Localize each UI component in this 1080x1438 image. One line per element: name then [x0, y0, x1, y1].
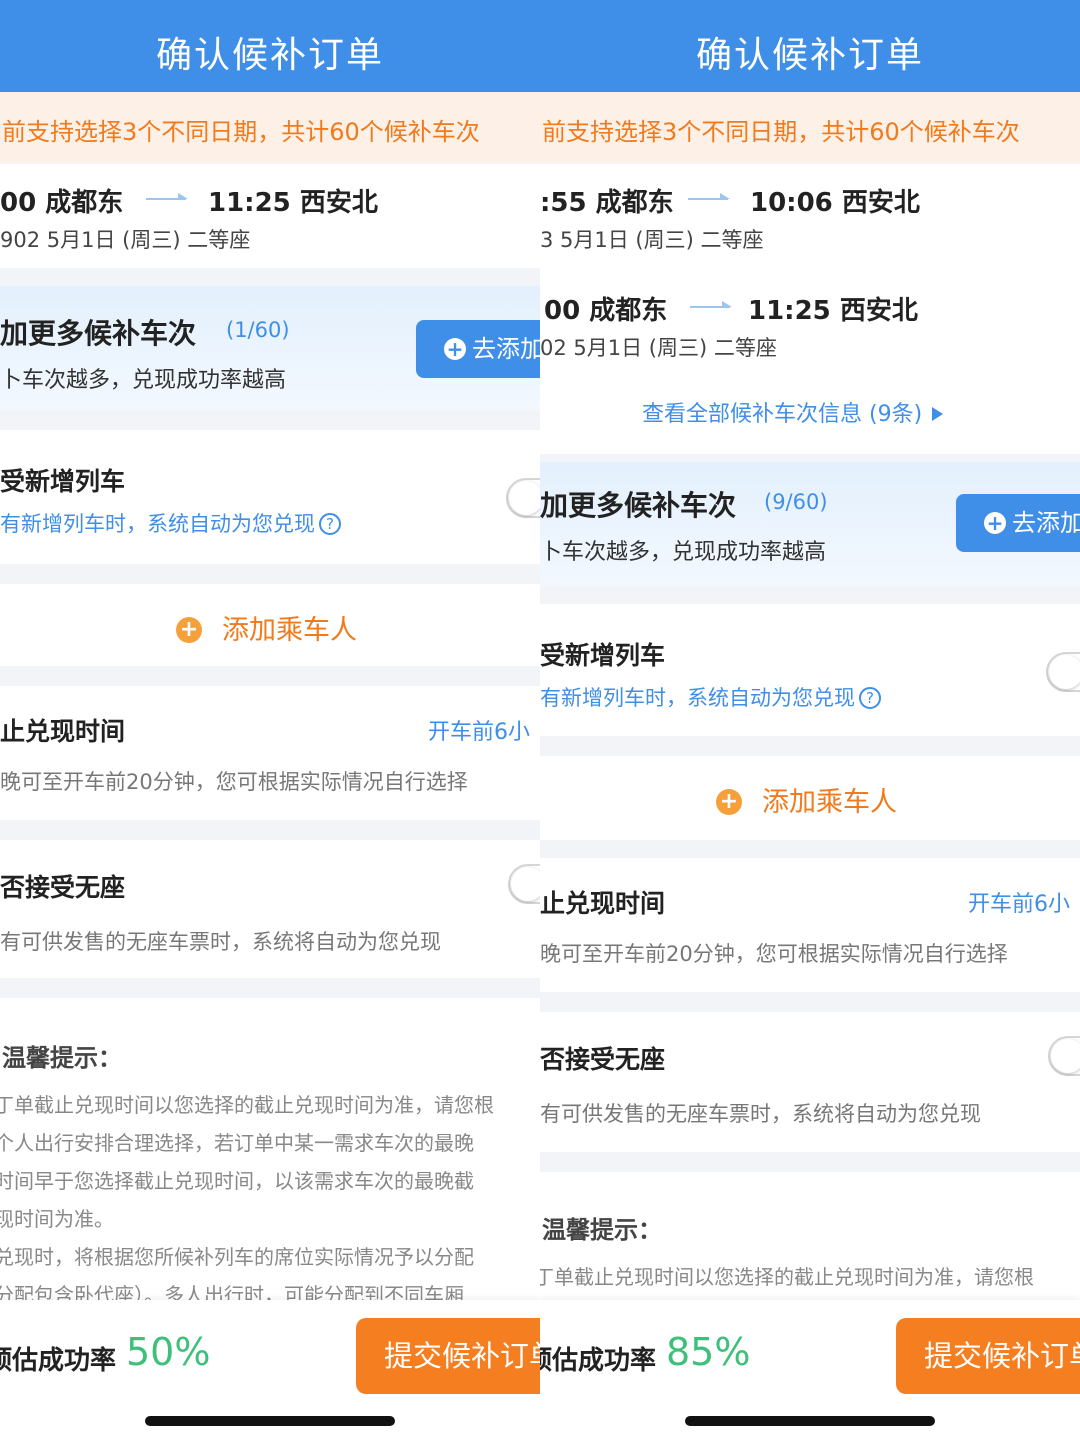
new-trains-toggle[interactable]	[1046, 652, 1080, 692]
no-seat-subtitle: 有可供发售的无座车票时，系统将自动为您兑现	[0, 930, 441, 954]
deadline-value[interactable]: 开车前6小	[428, 714, 530, 746]
plus-icon: +	[444, 337, 466, 360]
new-trains-title: 受新增列车	[540, 641, 666, 670]
arrow-right-icon	[688, 193, 730, 200]
no-seat-toggle[interactable]	[1048, 1036, 1080, 1076]
success-rate-label: 预估成功率	[540, 1346, 657, 1376]
view-all-trains-link[interactable]: 查看全部候补车次信息 (9条)	[642, 396, 944, 428]
add-more-title: 加更多候补车次	[0, 317, 197, 350]
tips-text: 丁单截止兑现时间以您选择的截止兑现时间为准，请您根 个人出行安排合理选择，若订单…	[0, 1086, 494, 1314]
no-seat-title: 否接受无座	[0, 873, 126, 902]
submit-order-button[interactable]: 提交候补订单	[896, 1318, 1080, 1394]
add-more-count: (1/60)	[226, 318, 290, 342]
screenshot-left: 确认候补订单 当前支持选择3个不同日期，共计60个候补车次 00 成都东 11:…	[0, 0, 540, 1438]
plus-circle-icon: +	[716, 788, 742, 815]
tips-title: 温馨提示：	[542, 1216, 662, 1244]
deadline-title: 止兑现时间	[540, 889, 666, 918]
trip-detail: 02 5月1日 (周三) 二等座	[540, 336, 777, 360]
tips-line: 丁单截止兑现时间以您选择的截止兑现时间为准，请您根	[540, 1265, 1034, 1289]
triangle-right-icon	[932, 406, 944, 421]
success-rate-label: 预估成功率	[0, 1346, 117, 1376]
submit-order-button[interactable]: 提交候补订单	[356, 1318, 540, 1394]
trip-detail: 902 5月1日 (周三) 二等座	[0, 228, 251, 252]
add-passenger-button[interactable]: + 添加乘车人	[716, 780, 897, 819]
add-more-count: (9/60)	[764, 490, 828, 514]
arrow-right-icon	[690, 301, 732, 308]
add-more-title: 加更多候补车次	[540, 489, 737, 522]
page-title: 确认候补订单	[155, 35, 384, 76]
no-seat-row	[0, 840, 540, 978]
success-rate-value: 85%	[666, 1330, 751, 1374]
trip-departure: 00 成都东	[544, 296, 668, 326]
add-train-button[interactable]: + 去添加	[956, 494, 1080, 552]
arrow-right-icon	[146, 193, 188, 200]
help-icon[interactable]: ?	[859, 686, 881, 709]
trip-detail: 3 5月1日 (周三) 二等座	[540, 228, 764, 252]
add-train-label: 去添加	[472, 335, 540, 363]
tips-line: 个人出行安排合理选择，若订单中某一需求车次的最晚	[0, 1131, 474, 1155]
add-train-label: 去添加	[1012, 509, 1080, 537]
plus-icon: +	[984, 511, 1006, 534]
screenshot-right: 确认候补订单 当前支持选择3个不同日期，共计60个候补车次 :55 成都东 10…	[540, 0, 1080, 1438]
notice-text: 当前支持选择3个不同日期，共计60个候补车次	[540, 118, 1020, 146]
home-indicator[interactable]	[685, 1416, 935, 1426]
tips-line: 丁单截止兑现时间以您选择的截止兑现时间为准，请您根	[0, 1093, 494, 1117]
tips-text: 丁单截止兑现时间以您选择的截止兑现时间为准，请您根	[540, 1258, 1034, 1296]
deadline-value[interactable]: 开车前6小	[968, 886, 1070, 918]
help-icon[interactable]: ?	[319, 512, 341, 535]
add-passenger-button[interactable]: + 添加乘车人	[176, 608, 357, 647]
plus-circle-icon: +	[176, 616, 202, 643]
deadline-row[interactable]	[540, 858, 1080, 992]
deadline-subtitle: 晚可至开车前20分钟，您可根据实际情况自行选择	[0, 770, 468, 794]
add-more-subtitle: 卜车次越多，兑现成功率越高	[0, 368, 287, 393]
tips-line: 时间早于您选择截止兑现时间，以该需求车次的最晚截	[0, 1169, 474, 1193]
deadline-row[interactable]	[0, 686, 540, 820]
deadline-subtitle: 晚可至开车前20分钟，您可根据实际情况自行选择	[540, 942, 1008, 966]
deadline-title: 止兑现时间	[0, 717, 126, 746]
home-indicator[interactable]	[145, 1416, 395, 1426]
new-trains-subtitle: 有新增列车时，系统自动为您兑现?	[540, 682, 881, 712]
tips-line: 现时间为准。	[0, 1207, 114, 1231]
add-more-subtitle: 卜车次越多，兑现成功率越高	[540, 540, 827, 565]
page-title: 确认候补订单	[695, 35, 924, 76]
no-seat-toggle[interactable]	[508, 864, 540, 904]
notice-text: 当前支持选择3个不同日期，共计60个候补车次	[0, 118, 480, 146]
new-trains-subtitle: 有新增列车时，系统自动为您兑现?	[0, 508, 341, 538]
trip-arrival: 11:25 西安北	[208, 188, 378, 218]
no-seat-row	[540, 1012, 1080, 1152]
no-seat-subtitle: 有可供发售的无座车票时，系统将自动为您兑现	[540, 1102, 981, 1126]
no-seat-title: 否接受无座	[540, 1045, 666, 1074]
add-train-button[interactable]: + 去添加	[416, 320, 540, 378]
trip-departure: 00 成都东	[0, 188, 124, 218]
trip-arrival: 10:06 西安北	[750, 188, 920, 218]
tips-line: 兑现时，将根据您所候补列车的席位实际情况予以分配	[0, 1245, 474, 1269]
new-trains-toggle[interactable]	[506, 478, 540, 518]
trip-arrival: 11:25 西安北	[748, 296, 918, 326]
tips-title: 温馨提示：	[2, 1044, 122, 1072]
new-trains-title: 受新增列车	[0, 467, 126, 496]
trip-departure: :55 成都东	[540, 188, 674, 218]
success-rate-value: 50%	[126, 1330, 211, 1374]
